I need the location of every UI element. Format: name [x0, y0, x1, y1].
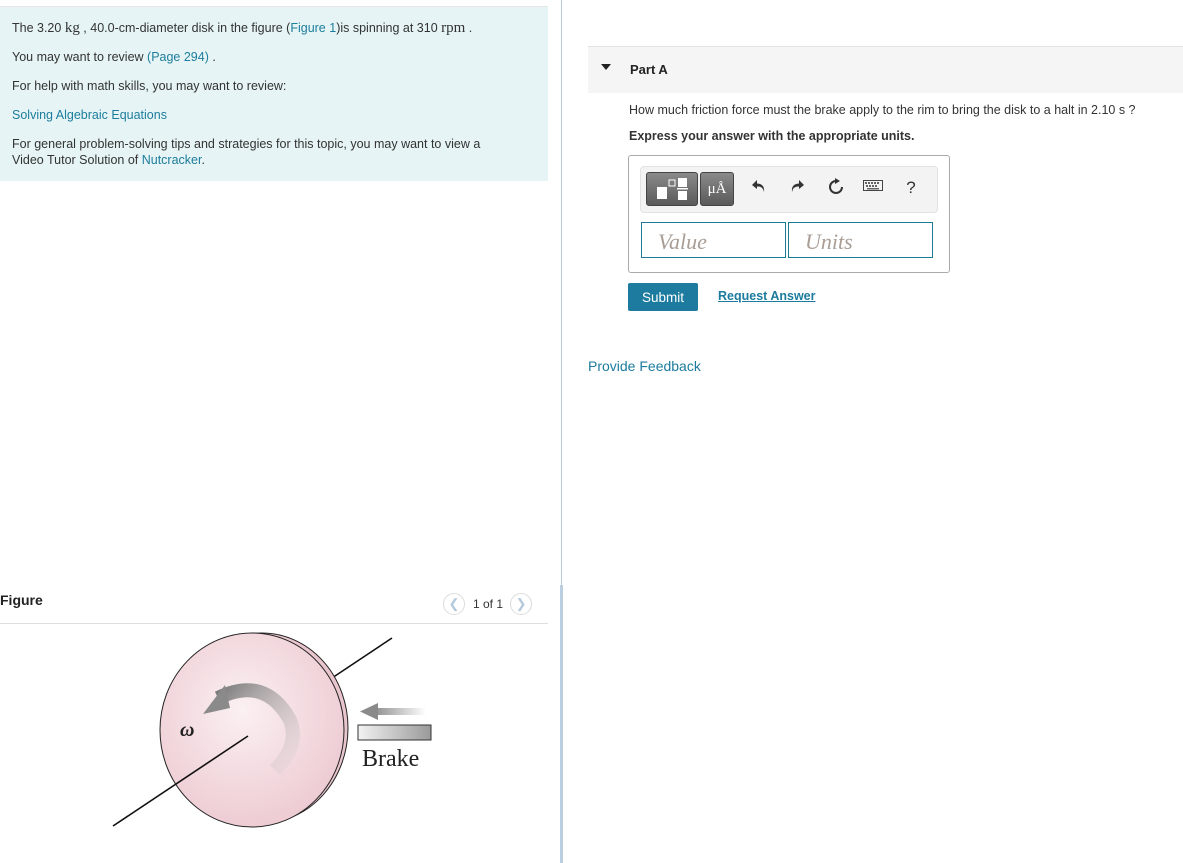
chevron-left-icon: ❮	[448, 596, 460, 611]
provide-feedback-link[interactable]: Provide Feedback	[588, 358, 701, 374]
figure-pager: ❮ 1 of 1 ❯	[443, 593, 533, 615]
units-input[interactable]	[788, 222, 933, 258]
figure-heading: Figure	[0, 592, 43, 608]
brake-pad	[357, 724, 432, 741]
solving-algebraic-equations-link[interactable]: Solving Algebraic Equations	[12, 108, 167, 122]
speed-unit: rpm	[441, 20, 466, 36]
axle-back-segment	[331, 637, 393, 679]
fraction-template-icon	[657, 178, 688, 200]
video-tutor-text: For general problem-solving tips and str…	[12, 137, 481, 167]
figure-next-button[interactable]: ❯	[510, 593, 533, 615]
units-button[interactable]: μÅ	[700, 172, 734, 206]
templates-button[interactable]	[646, 172, 698, 206]
brake-force-arrowhead	[360, 703, 378, 720]
part-a-header[interactable]	[588, 46, 1183, 93]
omega-label: ω	[180, 719, 194, 741]
collapse-caret-icon[interactable]	[601, 64, 611, 70]
answer-instruction: Express your answer with the appropriate…	[629, 129, 915, 143]
panel-divider	[561, 0, 562, 585]
mass-unit: kg	[64, 20, 80, 36]
page-294-link[interactable]: (Page 294)	[147, 50, 209, 64]
units-icon: μÅ	[707, 180, 727, 197]
brake-label: Brake	[362, 746, 419, 772]
question-text: How much friction force must the brake a…	[629, 103, 1136, 117]
figure-page-count: 1 of 1	[473, 597, 504, 611]
nutcracker-link[interactable]: Nutcracker	[142, 153, 202, 167]
math-help-text: For help with math skills, you may want …	[12, 79, 287, 93]
intro-panel: The 3.20 kg , 40.0-cm-diameter disk in t…	[0, 7, 548, 181]
submit-button[interactable]: Submit	[628, 283, 698, 311]
figure-rule	[0, 623, 548, 624]
figure-link[interactable]: Figure 1	[290, 21, 336, 35]
value-input[interactable]	[641, 222, 786, 258]
review-page-line: You may want to review (Page 294) .	[12, 50, 216, 64]
keyboard-icon[interactable]	[863, 178, 883, 197]
chevron-right-icon: ❯	[515, 596, 527, 611]
brake-force-arrow	[372, 708, 426, 715]
part-a-title[interactable]: Part A	[630, 62, 668, 77]
figure-prev-button[interactable]: ❮	[443, 593, 465, 615]
panel-resize-handle[interactable]	[560, 585, 563, 863]
problem-statement: The 3.20 kg , 40.0-cm-diameter disk in t…	[12, 20, 473, 36]
request-answer-link[interactable]: Request Answer	[718, 289, 815, 303]
disk-brake-figure: ω Brake	[112, 632, 432, 828]
undo-icon[interactable]	[749, 178, 769, 199]
redo-icon[interactable]	[787, 178, 807, 199]
help-icon[interactable]: ?	[901, 178, 921, 198]
reset-icon[interactable]	[826, 178, 846, 201]
